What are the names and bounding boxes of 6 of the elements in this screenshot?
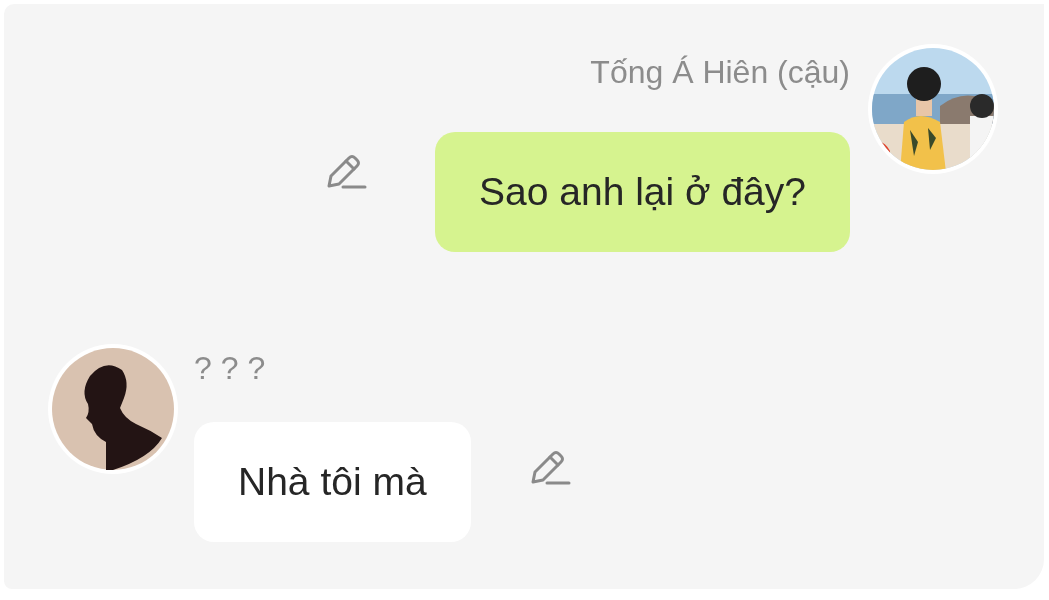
- sender-name: ? ? ?: [194, 349, 266, 388]
- message-bubble: Sao anh lại ở đây?: [435, 132, 850, 252]
- avatar-icon: [50, 346, 176, 472]
- edit-icon[interactable]: [325, 152, 368, 192]
- sender-name: Tống Á Hiên (cậu): [590, 53, 850, 92]
- message-bubble: Nhà tôi mà: [194, 422, 471, 542]
